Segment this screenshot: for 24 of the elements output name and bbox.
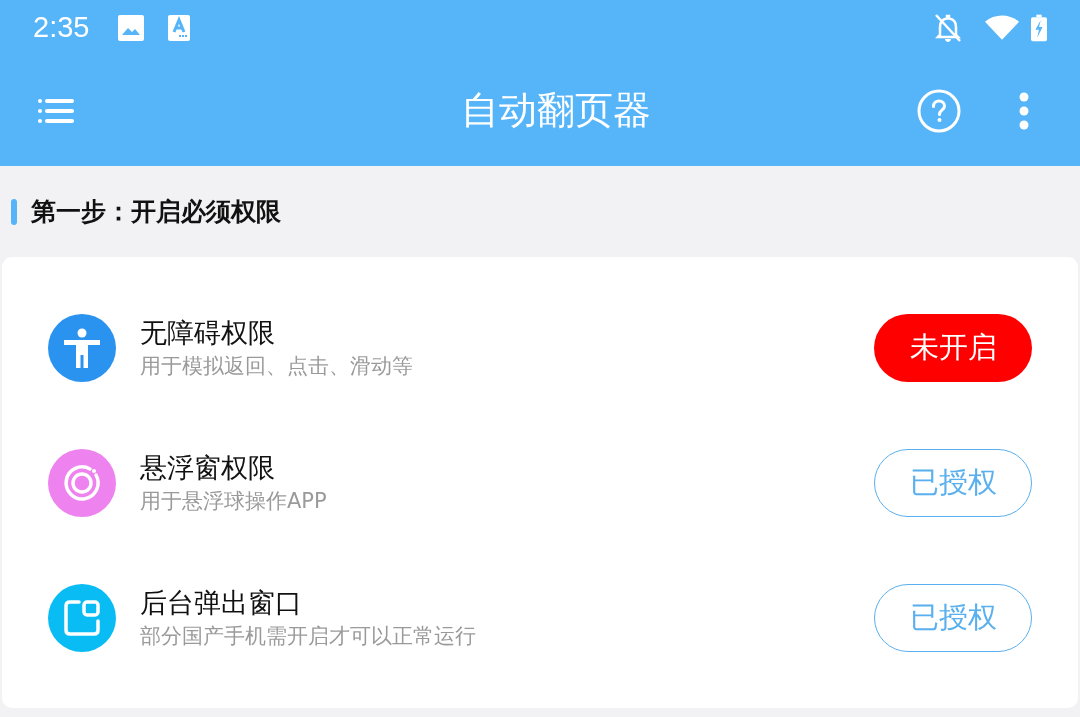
permission-description: 部分国产手机需开启才可以正常运行 — [140, 623, 476, 650]
wifi-icon — [985, 15, 1019, 40]
image-icon — [118, 14, 145, 41]
permission-title: 无障碍权限 — [140, 315, 275, 350]
battery-charging-icon — [1031, 13, 1047, 42]
menu-icon — [38, 97, 74, 124]
permission-title: 悬浮窗权限 — [140, 450, 275, 485]
section-marker-icon — [11, 198, 17, 225]
help-button[interactable] — [917, 88, 961, 133]
font-icon — [168, 14, 191, 41]
permission-description: 用于悬浮球操作APP — [140, 488, 327, 515]
status-time: 2:35 — [33, 11, 90, 44]
permission-status-button[interactable]: 未开启 — [874, 313, 1032, 382]
menu-button[interactable] — [38, 97, 74, 124]
more-vertical-icon — [1019, 91, 1029, 130]
permission-status-button[interactable]: 已授权 — [874, 583, 1032, 652]
more-options-button[interactable] — [1019, 91, 1029, 130]
app-title: 自动翻页器 — [459, 87, 652, 134]
help-icon — [917, 88, 961, 133]
permission-title: 后台弹出窗口 — [140, 585, 302, 620]
permission-status-button[interactable]: 已授权 — [874, 448, 1032, 517]
permission-description: 用于模拟返回、点击、滑动等 — [140, 353, 413, 380]
bell-off-icon — [934, 12, 962, 43]
section-title: 第一步：开启必须权限 — [31, 196, 281, 228]
